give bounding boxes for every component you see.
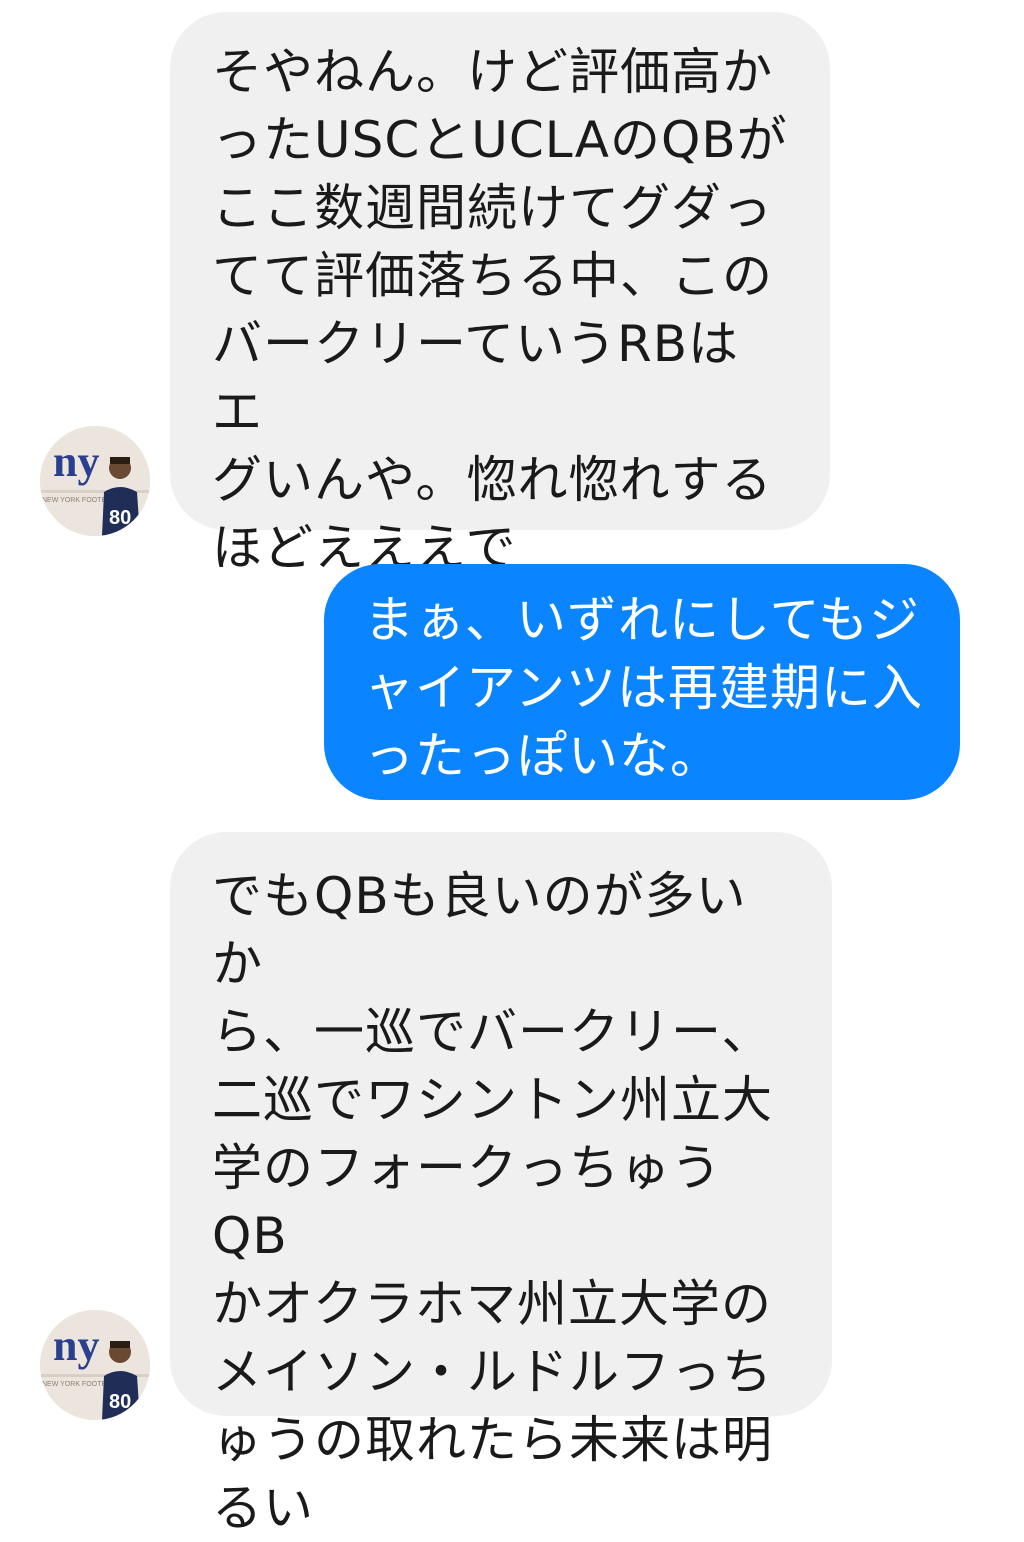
- avatar-shirt-number: 80: [109, 1391, 131, 1413]
- profile-photo-icon: ny NEW YORK FOOTBALL 80: [40, 426, 150, 536]
- incoming-message-bubble[interactable]: でもQBも良いのが多いか ら、一巡でバークリー、 二巡でワシントン州立大 学のフ…: [170, 832, 832, 1537]
- avatar[interactable]: ny NEW YORK FOOTBALL 80: [40, 426, 150, 536]
- avatar[interactable]: ny NEW YORK FOOTBALL 80: [40, 1310, 150, 1420]
- profile-photo-icon: ny NEW YORK FOOTBALL 80: [40, 1310, 150, 1420]
- incoming-message-bubble[interactable]: そやねん。けど評価高か ったUSCとUCLAのQBが ここ数週間続けてグダっ て…: [170, 12, 830, 577]
- avatar-shirt-number: 80: [109, 507, 131, 529]
- avatar-logo-text: ny: [53, 437, 99, 486]
- outgoing-message-bubble[interactable]: まぁ、いずれにしてもジ ャイアンツは再建期に入 ったっぽいな。: [324, 564, 960, 800]
- avatar-logo-text: ny: [53, 1321, 99, 1370]
